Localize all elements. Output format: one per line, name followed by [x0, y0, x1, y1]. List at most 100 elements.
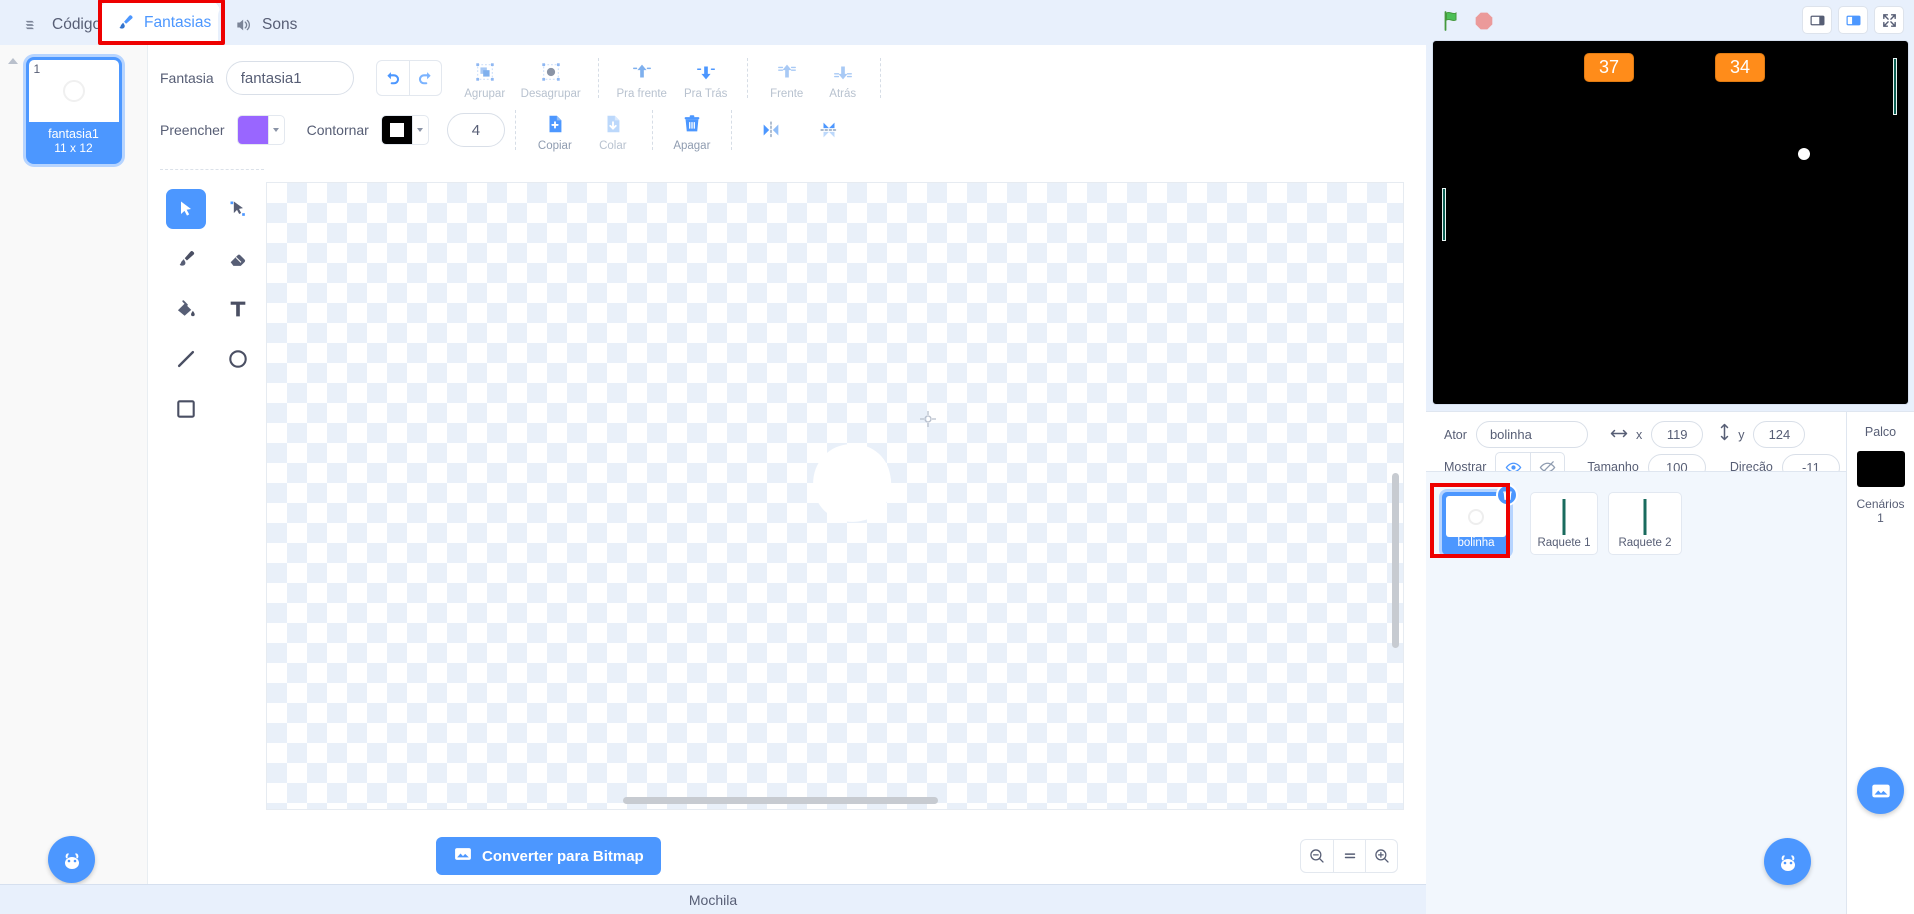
delete-button[interactable]: Apagar — [663, 109, 721, 152]
to-back-icon — [832, 59, 854, 85]
scroll-up-icon[interactable] — [6, 53, 20, 64]
backward-button[interactable]: Pra Trás — [675, 57, 737, 100]
tab-costumes[interactable]: Fantasias — [100, 0, 220, 45]
redo-icon[interactable] — [408, 61, 441, 95]
tab-costumes-label: Fantasias — [144, 13, 212, 31]
stroke-width-input[interactable] — [446, 113, 505, 147]
chevron-down-icon-2 — [411, 116, 428, 144]
sprite-info-row-1: Ator x y — [1444, 421, 1806, 448]
costume-index: 1 — [33, 62, 41, 76]
flip-vertical-button[interactable] — [800, 115, 858, 146]
sprite-card-bolinha[interactable]: bolinha — [1442, 484, 1518, 555]
tool-reshape[interactable] — [218, 189, 258, 229]
canvas-horizontal-scrollbar[interactable] — [623, 797, 938, 804]
to-back-button[interactable]: Atrás — [816, 57, 870, 100]
sprite-name-input[interactable] — [1475, 421, 1588, 448]
convert-to-bitmap-button[interactable]: Converter para Bitmap — [436, 837, 661, 875]
delete-label: Apagar — [673, 139, 711, 152]
tool-eraser[interactable] — [218, 239, 258, 279]
sprite-card-label-3: Raquete 2 — [1618, 537, 1672, 549]
sprite-thumbnail-raquete2 — [1615, 496, 1675, 537]
small-stage-icon[interactable] — [1802, 6, 1832, 34]
zoom-reset-icon[interactable] — [1333, 840, 1365, 872]
to-front-button[interactable]: Frente — [758, 57, 816, 100]
tool-select[interactable] — [166, 189, 206, 229]
tab-bar: Código Fantasias Sons — [0, 0, 1426, 45]
stage-panel-title: Palco — [1864, 425, 1897, 439]
paintbrush-icon — [116, 13, 136, 33]
paint-toolbar: Fantasia fantasia1 Agrupar Desagrupar Pr… — [148, 45, 1426, 163]
costume-name-input[interactable] — [225, 61, 354, 95]
zoom-out-icon[interactable] — [1301, 840, 1333, 872]
fill-label: Preencher — [160, 122, 225, 138]
outline-swatch — [381, 116, 412, 144]
add-backdrop-button[interactable] — [1857, 767, 1904, 814]
backward-icon — [695, 59, 717, 85]
tab-sounds[interactable]: Sons — [218, 4, 308, 45]
sprite-list-panel: bolinha Raquete 1 Raquete 2 — [1426, 471, 1846, 914]
fullscreen-icon[interactable] — [1874, 6, 1904, 34]
trash-icon — [681, 111, 703, 137]
y-axis-icon — [1719, 423, 1730, 446]
add-sprite-button[interactable] — [1764, 838, 1811, 885]
stage-canvas[interactable]: 37 34 — [1432, 40, 1909, 405]
backdrop-panel: Palco Cenários 1 — [1846, 411, 1914, 914]
sprite-card-raquete2[interactable]: Raquete 2 — [1608, 492, 1682, 555]
costume-thumbnail: 1 — [28, 60, 119, 122]
y-input[interactable] — [1753, 421, 1806, 448]
sprite-card-raquete1[interactable]: Raquete 1 — [1530, 492, 1598, 555]
stage-ball-sprite[interactable] — [1798, 148, 1810, 160]
stop-sign-icon[interactable] — [1474, 11, 1494, 31]
tab-sounds-label: Sons — [262, 15, 298, 33]
x-input[interactable] — [1651, 421, 1704, 448]
large-stage-icon[interactable] — [1838, 6, 1868, 34]
backdrop-thumbnail[interactable] — [1856, 451, 1905, 487]
outline-color-picker[interactable] — [380, 115, 429, 145]
tool-text[interactable] — [218, 289, 258, 329]
paste-button[interactable]: Colar — [584, 109, 642, 152]
tool-ellipse[interactable] — [218, 339, 258, 379]
costume-size: 11 x 12 — [54, 141, 93, 155]
canvas-vertical-scrollbar[interactable] — [1392, 473, 1399, 648]
to-front-label: Frente — [770, 87, 804, 100]
tool-line[interactable] — [166, 339, 206, 379]
undo-redo-group — [375, 60, 442, 96]
speaker-icon — [234, 15, 254, 35]
paddle-shape-2 — [1643, 498, 1647, 535]
add-costume-button[interactable] — [48, 836, 95, 883]
backward-label: Pra Trás — [683, 87, 728, 100]
flip-horizontal-button[interactable] — [742, 115, 800, 146]
copy-button[interactable]: Copiar — [526, 109, 584, 152]
toolbar-divider — [597, 58, 599, 98]
sprite-name-label: Ator — [1444, 427, 1467, 442]
paint-canvas[interactable] — [266, 182, 1404, 810]
tab-code[interactable]: Código — [8, 4, 113, 45]
group-button[interactable]: Agrupar — [456, 57, 514, 100]
costume-name-label: Fantasia — [160, 70, 214, 86]
backpack-bar[interactable]: Mochila — [0, 884, 1426, 914]
chevron-down-icon — [267, 116, 284, 144]
costume-item-1[interactable]: 1 fantasia1 11 x 12 — [25, 57, 122, 164]
tool-fill[interactable] — [166, 289, 206, 329]
to-front-icon — [776, 59, 798, 85]
stage-paddle-left[interactable] — [1442, 188, 1446, 241]
ungroup-icon — [540, 59, 562, 85]
copy-icon — [544, 111, 566, 137]
ungroup-button[interactable]: Desagrupar — [514, 57, 588, 100]
zoom-in-icon[interactable] — [1365, 840, 1397, 872]
undo-icon[interactable] — [377, 61, 409, 95]
fill-color-picker[interactable] — [236, 115, 285, 145]
y-label: y — [1738, 427, 1745, 442]
stage-column: 37 34 Ator x — [1426, 0, 1914, 914]
fill-swatch — [237, 116, 268, 144]
green-flag-icon[interactable] — [1440, 9, 1464, 33]
tool-rectangle[interactable] — [166, 389, 206, 429]
forward-button[interactable]: Pra frente — [609, 57, 675, 100]
delete-sprite-button[interactable] — [1496, 484, 1518, 506]
tool-brush[interactable] — [166, 239, 206, 279]
stage-paddle-right[interactable] — [1893, 58, 1897, 115]
canvas-center-crosshair-icon — [920, 411, 937, 428]
canvas-zoom-controls — [1300, 839, 1398, 873]
toolbar-divider-2 — [746, 58, 748, 98]
group-label: Agrupar — [464, 87, 506, 100]
